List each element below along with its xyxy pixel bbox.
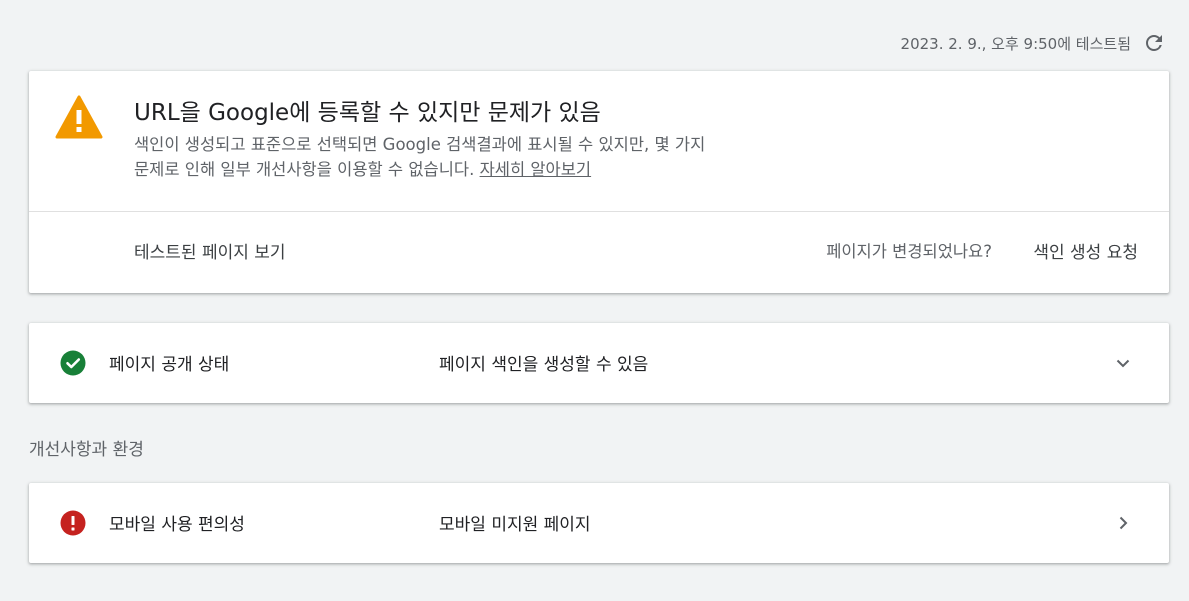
url-inspection-page: 2023. 2. 9., 오후 9:50에 테스트됨 URL을 Google에 … (0, 0, 1189, 601)
status-description-line2: 문제로 인해 일부 개선사항을 이용할 수 없습니다. (134, 160, 475, 179)
url-status-card: URL을 Google에 등록할 수 있지만 문제가 있음 색인이 생성되고 표… (29, 71, 1169, 293)
enhancements-heading: 개선사항과 환경 (29, 440, 144, 460)
error-circle-icon (60, 510, 86, 536)
view-tested-page-button[interactable]: 테스트된 페이지 보기 (134, 238, 286, 263)
refresh-button[interactable] (1141, 30, 1167, 56)
status-actions: 테스트된 페이지 보기 페이지가 변경되었나요? 색인 생성 요청 (29, 212, 1169, 292)
page-changed-question: 페이지가 변경되었나요? (826, 242, 992, 261)
status-summary: URL을 Google에 등록할 수 있지만 문제가 있음 색인이 생성되고 표… (29, 71, 1169, 212)
check-circle-icon (60, 350, 86, 376)
tested-timestamp: 2023. 2. 9., 오후 9:50에 테스트됨 (900, 34, 1131, 53)
tested-timestamp-row: 2023. 2. 9., 오후 9:50에 테스트됨 (901, 30, 1167, 56)
availability-label: 페이지 공개 상태 (109, 355, 230, 375)
warning-icon (55, 95, 103, 139)
availability-value: 페이지 색인을 생성할 수 있음 (439, 355, 649, 375)
status-description: 색인이 생성되고 표준으로 선택되면 Google 검색결과에 표시될 수 있지… (134, 132, 894, 182)
request-indexing-button[interactable]: 색인 생성 요청 (1033, 238, 1138, 263)
chevron-down-icon[interactable] (1111, 351, 1135, 375)
page-availability-row[interactable]: 페이지 공개 상태 페이지 색인을 생성할 수 있음 (29, 323, 1169, 403)
mobile-usability-value: 모바일 미지원 페이지 (439, 515, 591, 535)
refresh-icon (1146, 35, 1162, 51)
mobile-usability-label: 모바일 사용 편의성 (109, 515, 245, 535)
status-description-line1: 색인이 생성되고 표준으로 선택되면 Google 검색결과에 표시될 수 있지… (134, 135, 706, 154)
learn-more-link[interactable]: 자세히 알아보기 (480, 160, 592, 179)
status-title: URL을 Google에 등록할 수 있지만 문제가 있음 (134, 100, 601, 126)
chevron-right-icon[interactable] (1111, 511, 1135, 535)
mobile-usability-row[interactable]: 모바일 사용 편의성 모바일 미지원 페이지 (29, 483, 1169, 563)
